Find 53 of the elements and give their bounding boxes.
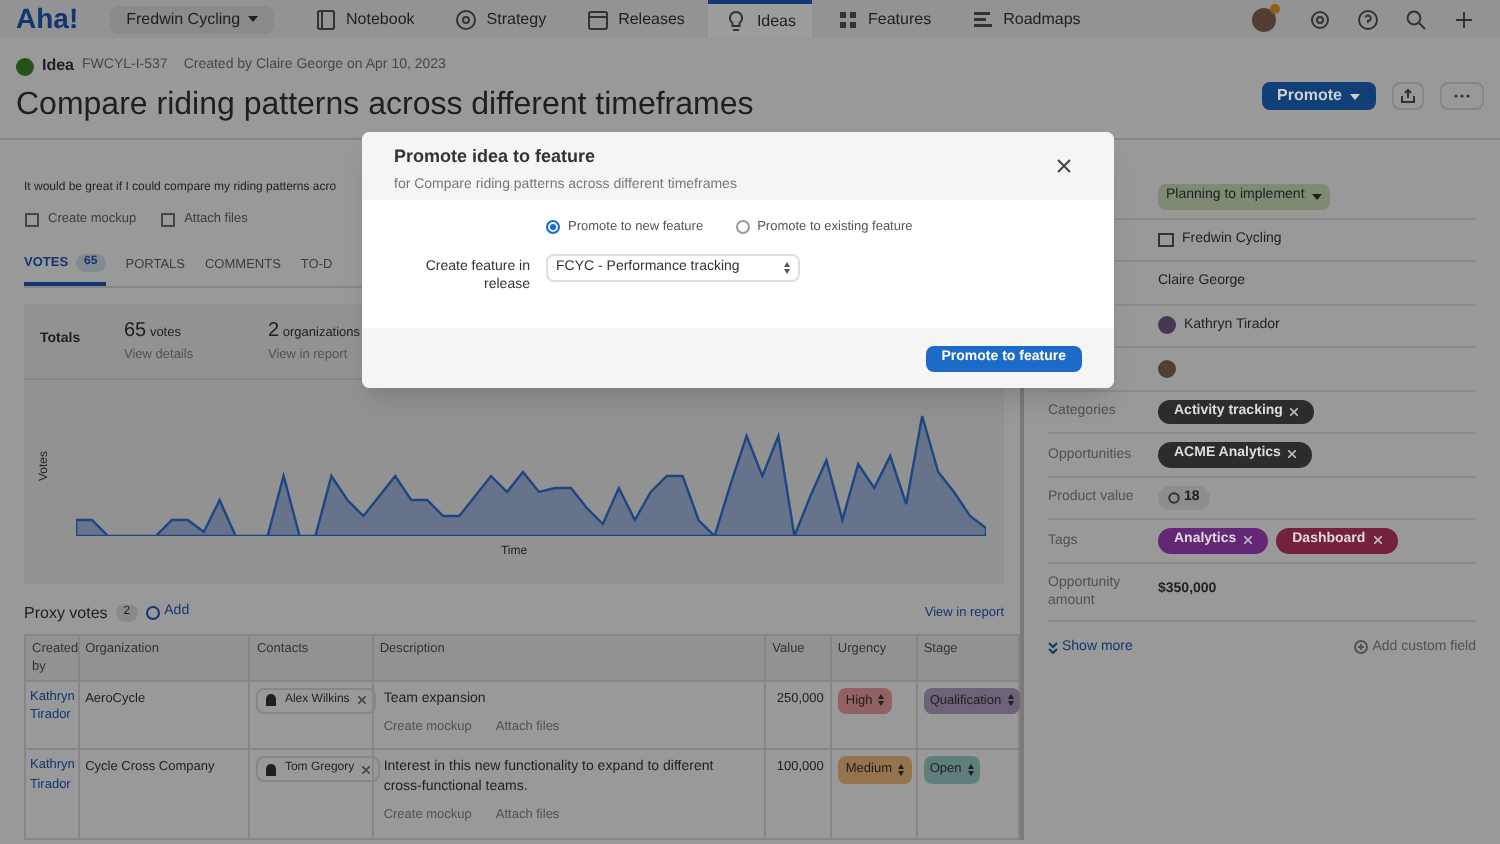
logo[interactable]: Aha! [16, 0, 79, 40]
promote-button[interactable]: Promote [1261, 82, 1376, 110]
help-icon[interactable] [1356, 7, 1380, 31]
remove-icon[interactable] [357, 696, 366, 704]
chevrons-down-icon [1048, 641, 1058, 654]
dialog-title: Promote idea to feature [394, 144, 598, 170]
close-icon [1056, 158, 1072, 174]
sort-icon [1007, 694, 1014, 707]
idea-icon [16, 57, 34, 75]
radio-button[interactable] [735, 220, 750, 235]
sort-icon [967, 764, 974, 777]
remove-icon[interactable] [1290, 407, 1299, 416]
page-title: Compare riding patterns across different timeframes [16, 86, 754, 126]
sort-icon [898, 764, 904, 777]
nav-tab[interactable]: Notebook [298, 0, 431, 38]
nav-tab[interactable]: Features [820, 0, 948, 38]
share-icon [1400, 88, 1416, 104]
caret-icon [1312, 193, 1323, 200]
nav-tab[interactable]: Strategy [438, 0, 563, 38]
remove-icon[interactable] [1373, 536, 1382, 545]
window-icon [1158, 231, 1174, 248]
caret-icon [1350, 93, 1360, 99]
radio-button[interactable] [546, 220, 560, 235]
plus-icon[interactable] [1452, 7, 1476, 31]
avatar-icon [1158, 316, 1176, 335]
notebook-icon [314, 7, 339, 31]
avatar-icon [1158, 359, 1176, 378]
nav-tab[interactable]: Releases [570, 0, 701, 38]
grid-icon [836, 7, 861, 31]
close-button[interactable] [1054, 156, 1074, 176]
sort-icon [784, 261, 790, 274]
workspace-dropdown[interactable]: Fredwin Cycling [110, 5, 275, 33]
person-icon [266, 694, 277, 706]
share-button[interactable] [1392, 82, 1424, 110]
lightbulb-icon [724, 9, 749, 33]
target-icon [454, 7, 479, 31]
caret-icon [248, 16, 259, 22]
calendar-icon [586, 7, 611, 31]
person-icon [266, 763, 277, 776]
settings-icon[interactable] [1308, 7, 1332, 31]
remove-icon[interactable] [362, 765, 371, 774]
plus-circle-icon [1354, 640, 1369, 655]
nav-tab[interactable]: Ideas [708, 0, 813, 38]
more-icon [1454, 92, 1470, 100]
avatar-icon[interactable] [1252, 7, 1276, 31]
sort-icon [878, 694, 885, 707]
remove-icon[interactable] [1288, 450, 1297, 459]
proxy-votes-title: Proxy votes [24, 601, 108, 625]
bars-icon [971, 7, 996, 31]
search-icon[interactable] [1404, 7, 1428, 31]
nav-tab[interactable]: Roadmaps [955, 0, 1097, 38]
record-type: Idea [42, 54, 75, 78]
remove-icon[interactable] [1244, 536, 1253, 545]
